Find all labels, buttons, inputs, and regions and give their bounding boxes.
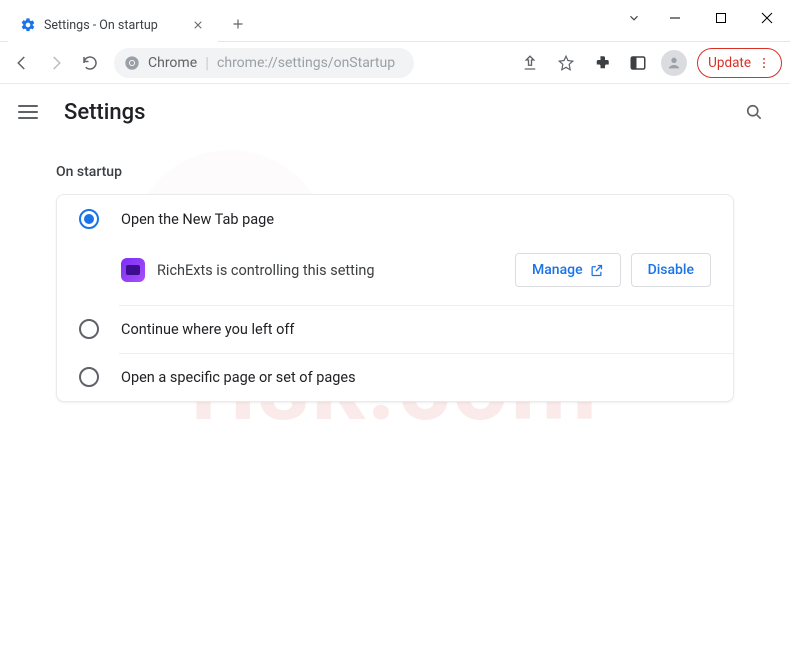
forward-button[interactable] <box>42 49 70 77</box>
manage-label: Manage <box>532 262 583 278</box>
extension-app-icon <box>121 258 145 282</box>
close-tab-icon[interactable] <box>190 17 206 33</box>
sidepanel-icon[interactable] <box>623 48 653 78</box>
more-menu-icon <box>757 56 771 70</box>
browser-toolbar: Chrome | chrome://settings/onStartup Upd… <box>0 42 790 84</box>
option-label: Open the New Tab page <box>121 211 274 228</box>
new-tab-button[interactable] <box>224 10 252 38</box>
window-close-button[interactable] <box>744 0 790 36</box>
back-button[interactable] <box>8 49 36 77</box>
menu-icon[interactable] <box>18 100 42 124</box>
radio-selected-icon[interactable] <box>79 209 99 229</box>
option-new-tab[interactable]: Open the New Tab page <box>57 195 733 243</box>
page-title: Settings <box>64 100 145 125</box>
share-icon[interactable] <box>515 48 545 78</box>
option-specific-pages[interactable]: Open a specific page or set of pages <box>57 353 733 401</box>
radio-icon[interactable] <box>79 367 99 387</box>
address-bar[interactable]: Chrome | chrome://settings/onStartup <box>114 48 414 78</box>
update-label: Update <box>708 55 751 71</box>
startup-card: Open the New Tab page RichExts is contro… <box>56 194 734 402</box>
external-link-icon <box>589 263 604 278</box>
window-maximize-button[interactable] <box>698 0 744 36</box>
option-continue[interactable]: Continue where you left off <box>57 305 733 353</box>
gear-icon <box>20 17 36 33</box>
reload-button[interactable] <box>76 49 104 77</box>
notice-text: RichExts is controlling this setting <box>157 262 503 279</box>
browser-tab[interactable]: Settings - On startup <box>8 8 218 42</box>
profile-avatar[interactable] <box>659 48 689 78</box>
radio-icon[interactable] <box>79 319 99 339</box>
settings-content: On startup Open the New Tab page RichExt… <box>0 140 790 426</box>
tab-search-icon[interactable] <box>616 0 652 36</box>
option-label: Continue where you left off <box>121 321 294 338</box>
extension-notice: RichExts is controlling this setting Man… <box>57 243 733 305</box>
chrome-icon <box>124 55 140 71</box>
tab-title: Settings - On startup <box>44 18 182 33</box>
bookmark-star-icon[interactable] <box>551 48 581 78</box>
section-heading: On startup <box>56 164 734 180</box>
extensions-icon[interactable] <box>587 48 617 78</box>
search-icon[interactable] <box>736 94 772 130</box>
url-text: chrome://settings/onStartup <box>217 55 395 71</box>
window-minimize-button[interactable] <box>652 0 698 36</box>
disable-label: Disable <box>648 262 694 278</box>
url-chip: Chrome <box>148 55 197 71</box>
update-button[interactable]: Update <box>697 48 782 78</box>
manage-button[interactable]: Manage <box>515 253 621 287</box>
settings-app-header: Settings <box>0 84 790 140</box>
window-titlebar: Settings - On startup <box>0 0 790 42</box>
disable-button[interactable]: Disable <box>631 253 711 287</box>
option-label: Open a specific page or set of pages <box>121 369 356 386</box>
